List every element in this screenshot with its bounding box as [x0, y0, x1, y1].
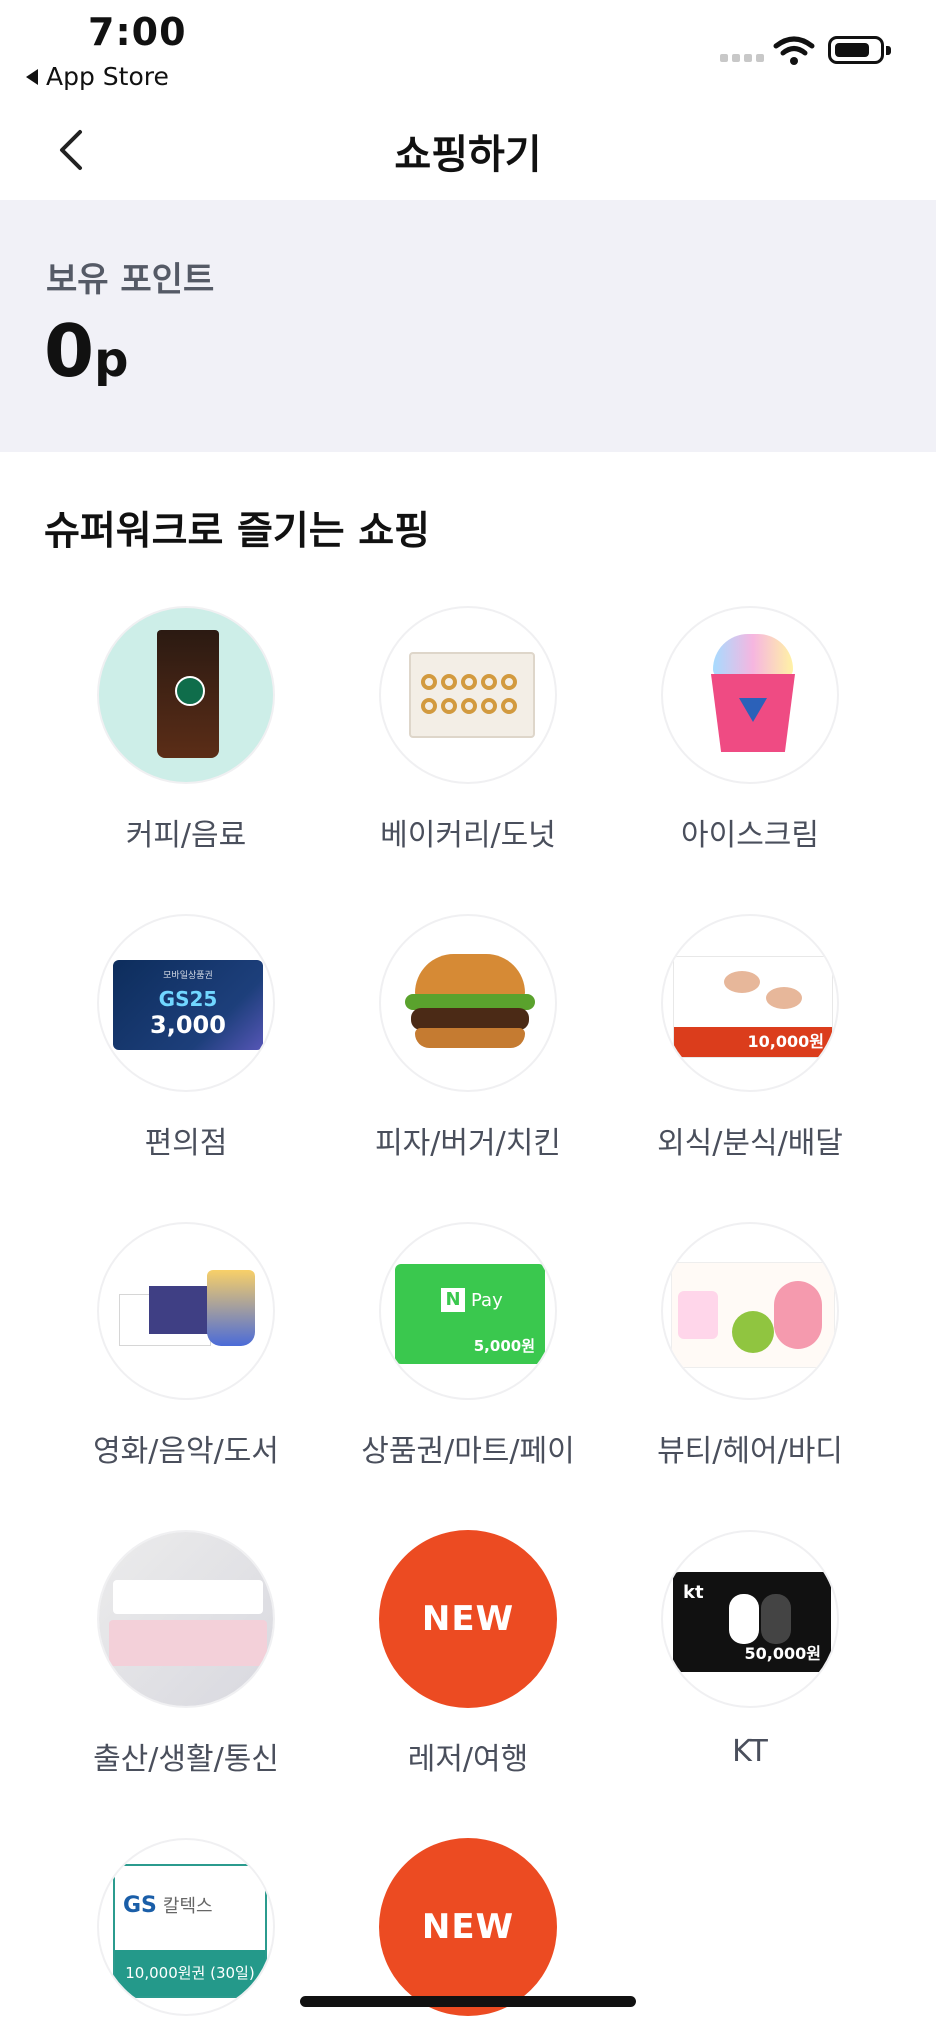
movie-ticket-image	[97, 1222, 275, 1400]
kt-logo: kt	[683, 1582, 704, 1603]
gs-caltex-name: 칼텍스	[162, 1896, 213, 1917]
npay-amount: 5,000원	[473, 1337, 535, 1355]
category-beauty[interactable]: 뷰티/헤어/바디	[620, 1222, 880, 1482]
category-label: 레저/여행	[407, 1742, 529, 1777]
oliveyoung-card-image	[661, 1222, 839, 1400]
gs25-card-top: 모바일상품권	[163, 971, 213, 981]
category-label: 외식/분식/배달	[657, 1126, 843, 1161]
npay-text: Pay	[471, 1290, 503, 1311]
shopping-screen: 7:00 App Store 쇼핑하기 보유 포인트 0p 슈퍼워크로 즐기는 …	[0, 0, 936, 2026]
new-badge: NEW	[379, 1530, 557, 1708]
npay-card-image: N Pay 5,000원	[379, 1222, 557, 1400]
category-convenience-store[interactable]: 모바일상품권 GS25 3,000 편의점	[56, 914, 316, 1174]
meal-voucher-image: 10,000원	[661, 914, 839, 1092]
npay-logo: N	[441, 1288, 465, 1312]
gs25-card-amount: 3,000	[150, 1011, 226, 1039]
points-panel: 보유 포인트 0p	[0, 200, 936, 452]
category-ice-cream[interactable]: 아이스크림	[620, 606, 880, 866]
burger-image	[379, 914, 557, 1092]
new-badge: NEW	[379, 1838, 557, 2016]
category-label: 상품권/마트/페이	[361, 1434, 575, 1469]
category-label: 커피/음료	[125, 818, 247, 853]
category-movie-music[interactable]: 영화/음악/도서	[56, 1222, 316, 1482]
category-label: 뷰티/헤어/바디	[657, 1434, 843, 1469]
battery-icon	[828, 36, 891, 64]
category-label: 아이스크림	[681, 818, 819, 853]
category-label: 피자/버거/치킨	[375, 1126, 561, 1161]
coffee-image	[97, 606, 275, 784]
points-unit: p	[94, 332, 129, 388]
category-dining[interactable]: 10,000원 외식/분식/배달	[620, 914, 880, 1174]
category-living[interactable]: 출산/생활/통신	[56, 1530, 316, 1790]
home-indicator	[300, 1996, 636, 2007]
category-label: 베이커리/도넛	[380, 818, 556, 853]
gs-caltex-brand: GS	[123, 1893, 157, 1918]
app-store-back-link[interactable]: App Store	[26, 62, 169, 91]
status-time: 7:00	[88, 10, 187, 54]
wifi-icon	[773, 36, 815, 65]
donut-box-image	[379, 606, 557, 784]
towel-image	[97, 1530, 275, 1708]
app-store-label: App Store	[46, 62, 169, 91]
category-pizza-burger[interactable]: 피자/버거/치킨	[338, 914, 598, 1174]
gs-caltex-card-image: GS 칼텍스 10,000원권 (30일)	[97, 1838, 275, 2016]
gs-caltex-amount: 10,000원권 (30일)	[115, 1950, 265, 1996]
category-bakery[interactable]: 베이커리/도넛	[338, 606, 598, 866]
ice-cream-image	[661, 606, 839, 784]
points-number: 0	[44, 309, 95, 393]
gs25-card-brand: GS25	[158, 987, 218, 1011]
category-coffee[interactable]: 커피/음료	[56, 606, 316, 866]
kt-card-image: kt 50,000원	[661, 1530, 839, 1708]
section-title: 슈퍼워크로 즐기는 쇼핑	[44, 509, 430, 554]
category-kt[interactable]: kt 50,000원 KT	[620, 1530, 880, 1790]
gs25-card-image: 모바일상품권 GS25 3,000	[97, 914, 275, 1092]
category-label: 출산/생활/통신	[93, 1742, 279, 1777]
kt-card-amount: 50,000원	[744, 1644, 821, 1663]
signal-icon	[720, 54, 764, 62]
category-leisure[interactable]: NEW 레저/여행	[338, 1530, 598, 1790]
category-gs-caltex[interactable]: GS 칼텍스 10,000원권 (30일)	[56, 1838, 316, 2026]
points-label: 보유 포인트	[46, 260, 215, 300]
back-triangle-icon	[26, 68, 38, 85]
page-title: 쇼핑하기	[394, 132, 542, 178]
category-gift-cards[interactable]: N Pay 5,000원 상품권/마트/페이	[338, 1222, 598, 1482]
category-label: 영화/음악/도서	[93, 1434, 279, 1469]
meal-voucher-price: 10,000원	[747, 1032, 824, 1051]
points-value: 0p	[44, 315, 128, 387]
category-label: 편의점	[144, 1126, 228, 1161]
category-label: KT	[732, 1734, 768, 1769]
